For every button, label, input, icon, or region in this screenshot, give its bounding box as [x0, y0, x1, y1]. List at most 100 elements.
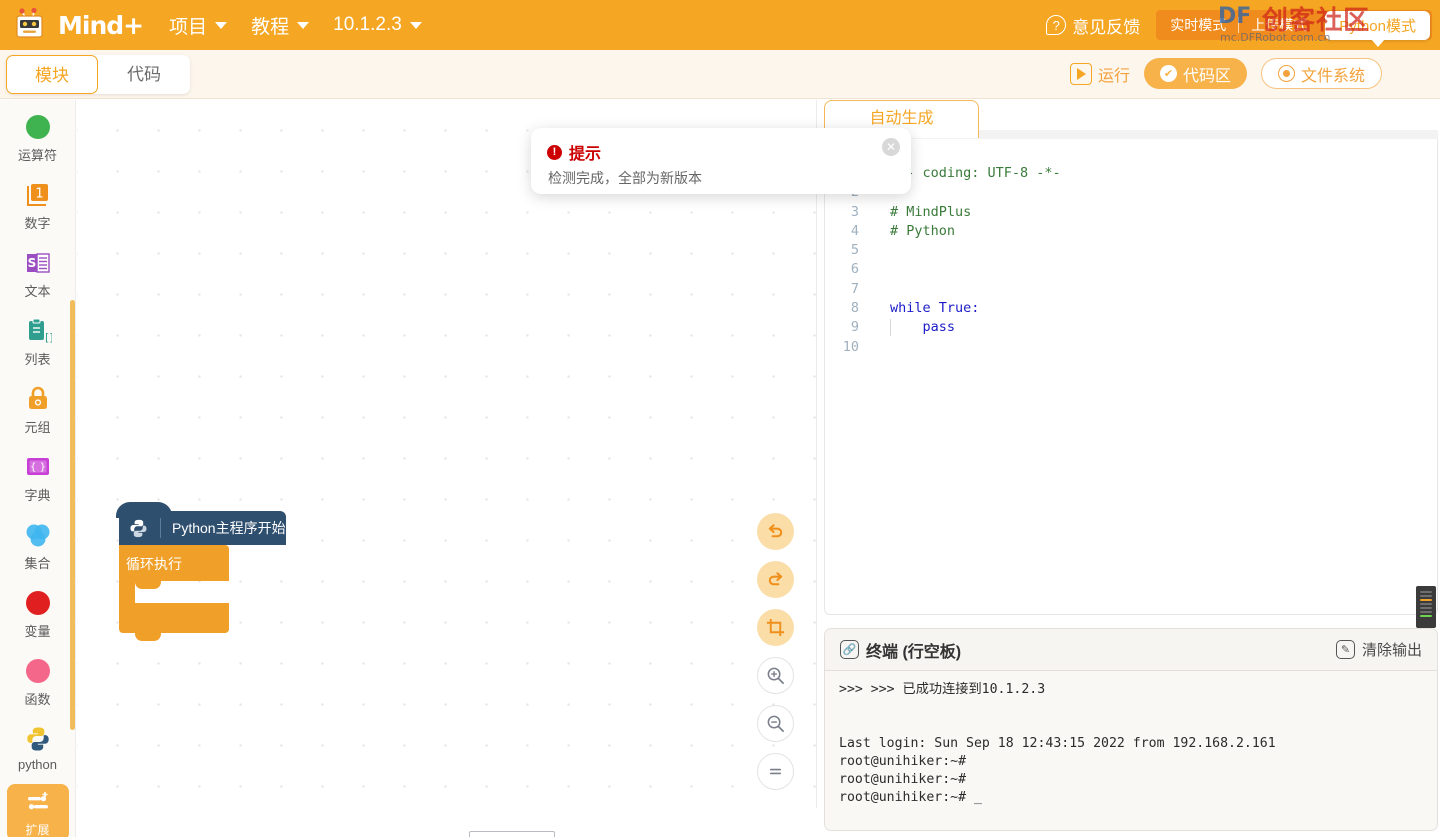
line-number: 9: [850, 319, 859, 336]
sidebar-scrollbar[interactable]: [70, 300, 75, 730]
svg-text:S: S: [27, 256, 36, 270]
sidebar-label-python: python: [17, 757, 58, 772]
line-number: 3: [850, 203, 859, 220]
sidebar-item-set[interactable]: 集合: [7, 516, 69, 575]
notification-toast: ! 提示 检测完成，全部为新版本 ✕: [531, 128, 911, 194]
current-mode-pill[interactable]: Python模式: [1325, 10, 1430, 47]
code-editor[interactable]: 1-*- coding: UTF-8 -*- 2 3 # MindPlus 4 # …: [824, 139, 1438, 615]
terminal-line: >>> >>> 已成功连接到10.1.2.3: [839, 682, 1046, 697]
line-content: # MindPlus: [890, 203, 972, 220]
sidebar-item-list[interactable]: [] 列表: [7, 312, 69, 371]
sidebar-item-number[interactable]: 1 数字: [7, 176, 69, 235]
red-circle-icon: [23, 588, 53, 618]
code-line: 2: [825, 183, 1437, 202]
sidebar-item-tuple[interactable]: 元组: [7, 380, 69, 439]
text-s-icon: S: [23, 248, 53, 278]
code-line: 3 # MindPlus: [825, 203, 1437, 222]
line-number: 7: [850, 280, 859, 297]
menu-project[interactable]: 项目: [169, 12, 228, 39]
sidebar-item-operators[interactable]: 运算符: [7, 108, 69, 167]
radio-dot-icon: [1277, 65, 1295, 82]
minimap-line: [1420, 591, 1432, 593]
close-icon[interactable]: ✕: [882, 138, 900, 156]
sidebar-item-python[interactable]: python: [7, 720, 69, 775]
sidebar-label-number: 数字: [24, 216, 51, 231]
canvas-float-buttons: [757, 513, 794, 790]
block-loop-forever[interactable]: 循环执行: [119, 545, 229, 589]
chevron-down-icon: [409, 21, 422, 29]
line-number: 5: [850, 242, 859, 259]
app-logo[interactable]: Mind+: [14, 7, 144, 42]
code-line: 10: [825, 338, 1437, 357]
redo-button[interactable]: [757, 561, 794, 598]
terminal-panel: 🔗 终端 (行空板) ✎ 清除输出 >>> >>> 已成功连接到10.1.2.3…: [824, 628, 1438, 831]
feedback-button[interactable]: ? 意见反馈: [1046, 13, 1140, 38]
block-loop-bottom: [119, 603, 229, 641]
undo-button[interactable]: [757, 513, 794, 550]
terminal-line: root@unihiker:~#: [839, 772, 967, 787]
check-icon: ✔: [1159, 65, 1177, 82]
sidebar-item-extension[interactable]: 扩展: [6, 784, 69, 837]
editor-minimap[interactable]: [1416, 586, 1436, 628]
zoom-reset-button[interactable]: [757, 753, 794, 790]
sidebar-label-list: 列表: [24, 352, 51, 367]
run-button[interactable]: 运行: [1069, 62, 1130, 86]
code-line: 6: [825, 260, 1437, 279]
minimap-line: [1420, 615, 1432, 617]
code-panel: 自动生成 1-*- coding: UTF-8 -*- 2 3# MindPlu…: [824, 100, 1438, 615]
sidebar-item-dict[interactable]: { } 字典: [7, 448, 69, 507]
line-number: 4: [850, 222, 859, 239]
question-bubble-icon: ?: [1046, 15, 1067, 35]
screenshot-button[interactable]: [757, 609, 794, 646]
sidebar-item-variable[interactable]: 变量: [7, 584, 69, 643]
upload-mode-button[interactable]: 上传模式: [1239, 10, 1319, 40]
file-system-button[interactable]: 文件系统: [1260, 58, 1382, 89]
code-line: 8 while True:: [825, 299, 1437, 318]
app-header: Mind+ 项目 教程 10.1.2.3 ? 意见反馈 实时模式 上传模式 Py…: [0, 0, 1440, 50]
realtime-mode-button[interactable]: 实时模式: [1158, 10, 1238, 40]
line-content: [867, 241, 890, 260]
robot-icon: [14, 7, 54, 42]
sidebar-label-variable: 变量: [24, 624, 51, 639]
svg-text:{ }: { }: [30, 462, 46, 473]
sidebar-label-tuple: 元组: [24, 420, 51, 435]
line-number: 8: [850, 300, 859, 317]
dictionary-book-icon: { }: [23, 452, 53, 482]
code-area-button[interactable]: ✔ 代码区: [1143, 58, 1247, 89]
tab-blocks[interactable]: 模块: [6, 55, 98, 94]
minimap-line: [1420, 603, 1432, 605]
file-system-label: 文件系统: [1300, 67, 1365, 85]
menu-tutorial[interactable]: 教程: [251, 12, 310, 39]
code-line: 1-*- coding: UTF-8 -*-: [825, 164, 1437, 183]
menu-device-ip[interactable]: 10.1.2.3: [333, 14, 422, 36]
terminal-line: Last login: Sun Sep 18 12:43:15 2022 fro…: [839, 736, 1276, 751]
code-line: 4 # Python: [825, 222, 1437, 241]
clear-output-label: 清除输出: [1361, 642, 1422, 659]
mode-switcher: 实时模式 上传模式 Python模式: [1156, 10, 1432, 47]
block-loop-arm: [119, 581, 135, 603]
menu-tutorial-label: 教程: [251, 16, 290, 38]
toast-message: 检测完成，全部为新版本: [548, 170, 702, 186]
terminal-output[interactable]: >>> >>> 已成功连接到10.1.2.3 Last login: Sun S…: [825, 671, 1437, 817]
clear-output-button[interactable]: ✎ 清除输出: [1335, 639, 1422, 660]
line-content: pass: [890, 319, 956, 337]
toast-title-row: ! 提示: [547, 140, 895, 164]
python-logo-icon: [23, 724, 53, 754]
sidebar-item-text[interactable]: S 文本: [7, 244, 69, 303]
feedback-label: 意见反馈: [1072, 17, 1141, 37]
line-content: [867, 280, 890, 299]
block-python-main-start[interactable]: Python主程序开始: [116, 502, 286, 545]
clipboard-list-icon: []: [23, 316, 53, 346]
venn-sets-icon: [23, 520, 53, 550]
chevron-down-icon: [297, 21, 310, 29]
sidebar-item-function[interactable]: 函数: [7, 652, 69, 711]
zoom-in-button[interactable]: [757, 657, 794, 694]
zoom-out-button[interactable]: [757, 705, 794, 742]
block-label-python-main-start: Python主程序开始: [160, 518, 286, 538]
svg-text:[]: []: [45, 331, 52, 344]
tab-code[interactable]: 代码: [98, 55, 190, 94]
menu-project-label: 项目: [169, 16, 208, 38]
extension-plus-icon: [23, 788, 53, 818]
python-logo-icon: [128, 518, 149, 539]
